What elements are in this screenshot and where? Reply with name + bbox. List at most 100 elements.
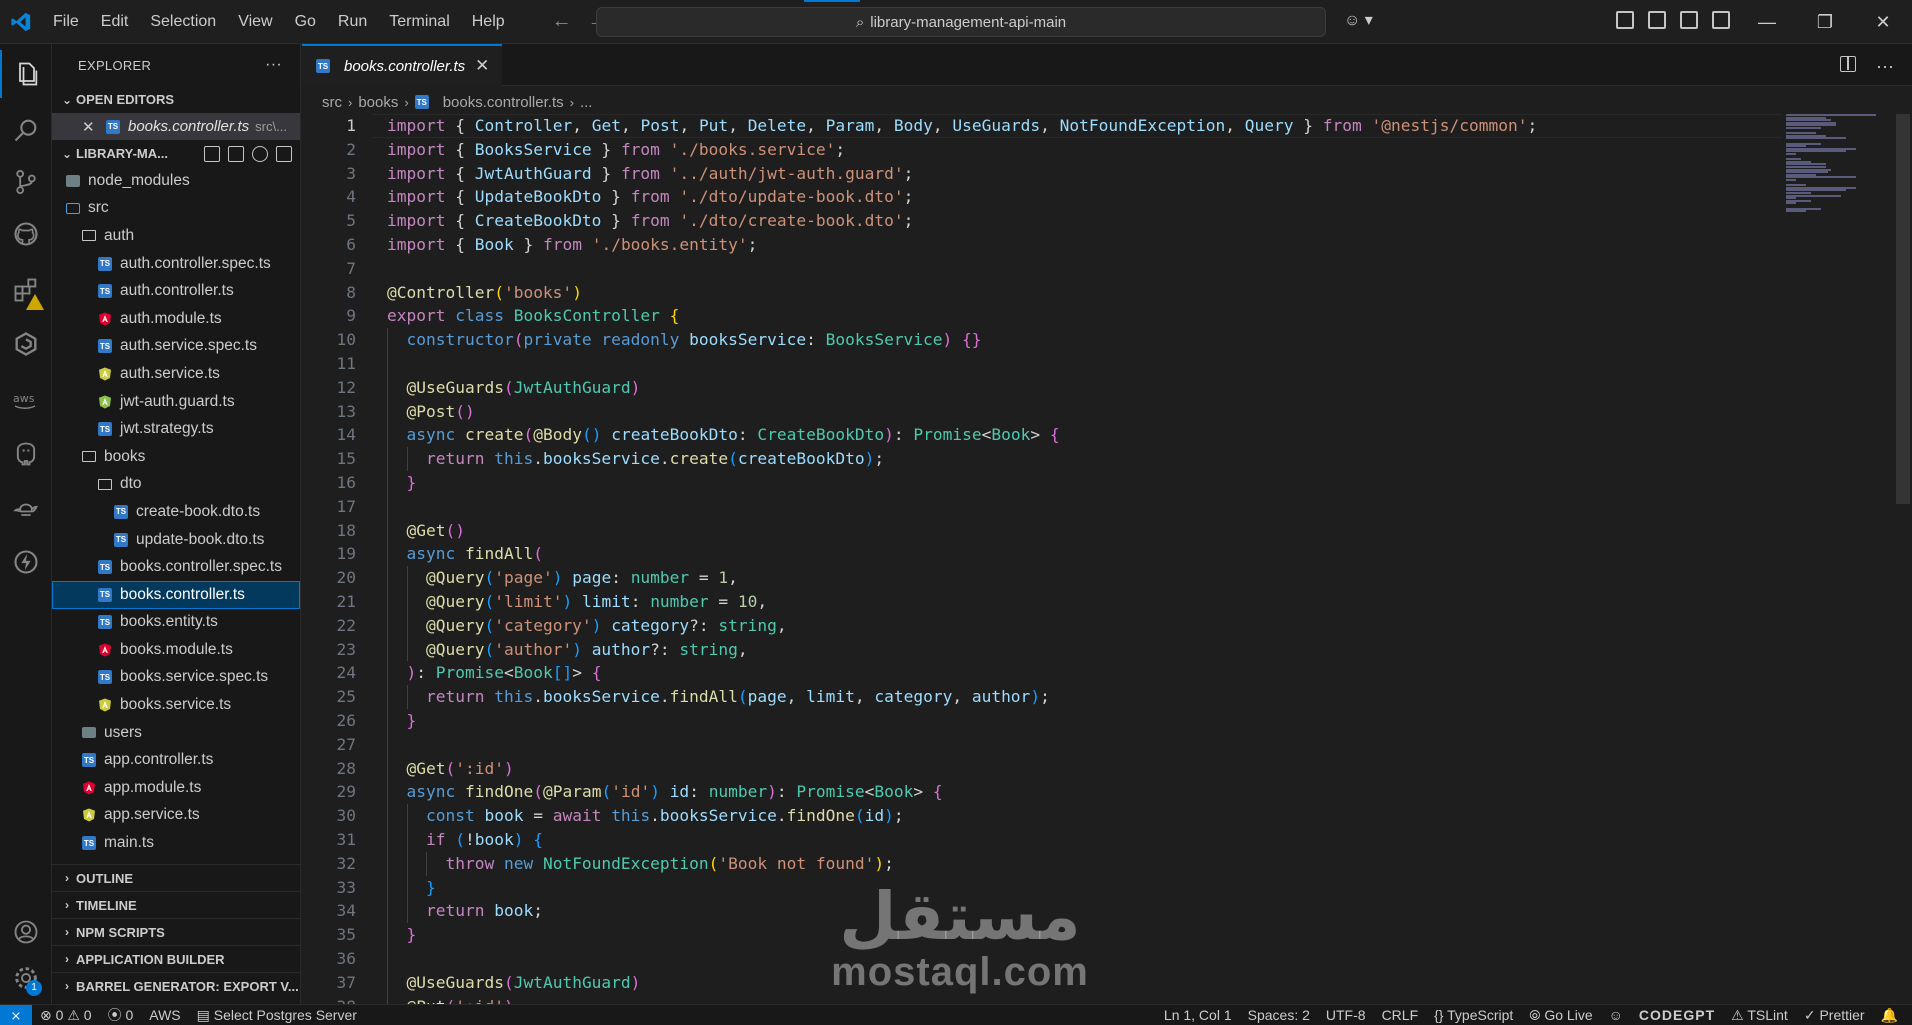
new-folder-icon[interactable] xyxy=(228,145,244,162)
section-barrel[interactable]: › BARREL GENERATOR: EXPORT V... xyxy=(52,972,301,999)
tree-item[interactable]: src xyxy=(52,195,300,223)
tree-item[interactable]: books xyxy=(52,443,300,471)
codegpt-icon[interactable] xyxy=(0,320,52,368)
collapse-all-icon[interactable] xyxy=(276,145,292,162)
genie-lamp-icon[interactable] xyxy=(0,484,52,532)
section-timeline[interactable]: › TIMELINE xyxy=(52,891,301,918)
encoding[interactable]: UTF-8 xyxy=(1318,1007,1374,1024)
accounts-icon[interactable] xyxy=(0,908,52,956)
refresh-icon[interactable] xyxy=(252,145,268,162)
breadcrumb-file[interactable]: books.controller.ts xyxy=(443,94,564,111)
menu-item-terminal[interactable]: Terminal xyxy=(378,0,460,44)
breadcrumb-symbol[interactable]: ... xyxy=(580,94,593,111)
tree-item[interactable]: TS books.service.spec.ts xyxy=(52,664,300,692)
tree-item[interactable]: TS books.controller.ts xyxy=(52,580,300,609)
tree-item[interactable]: app.module.ts xyxy=(52,774,300,802)
database-elephant-icon[interactable] xyxy=(0,430,52,478)
tree-item[interactable]: TS app.controller.ts xyxy=(52,746,300,774)
breadcrumb-src[interactable]: src xyxy=(322,94,342,111)
menu-item-edit[interactable]: Edit xyxy=(90,0,140,44)
menu-item-go[interactable]: Go xyxy=(284,0,327,44)
github-icon[interactable] xyxy=(0,210,52,258)
tree-item[interactable]: TS books.entity.ts xyxy=(52,609,300,637)
code-token: from xyxy=(620,139,670,159)
copilot-icon[interactable]: ☺ ▾ xyxy=(1344,10,1373,30)
tree-item[interactable]: TS auth.service.spec.ts xyxy=(52,333,300,361)
tree-item[interactable]: auth.service.ts xyxy=(52,360,300,388)
notifications-bell-icon[interactable]: 🔔 xyxy=(1873,1007,1906,1024)
search-sidebar-icon[interactable] xyxy=(0,106,52,154)
split-editor-icon[interactable] xyxy=(1840,56,1857,72)
menu-item-help[interactable]: Help xyxy=(461,0,516,44)
copilot-status-icon[interactable]: ☺ xyxy=(1601,1007,1631,1024)
remote-icon[interactable]: ⨯ xyxy=(0,1004,32,1025)
minimize-icon[interactable]: — xyxy=(1738,0,1796,44)
tree-item[interactable]: dto xyxy=(52,471,300,499)
tree-item[interactable]: TS auth.controller.spec.ts xyxy=(52,250,300,278)
tree-item[interactable]: auth xyxy=(52,222,300,250)
language-mode[interactable]: {} TypeScript xyxy=(1426,1007,1521,1024)
go-live[interactable]: ⦾ Go Live xyxy=(1521,1007,1600,1024)
menu-item-selection[interactable]: Selection xyxy=(139,0,227,44)
postgres-status[interactable]: ▤ Select Postgres Server xyxy=(189,1007,365,1024)
manage-gear-icon[interactable]: 1 xyxy=(0,954,52,1002)
end-of-line[interactable]: CRLF xyxy=(1374,1007,1427,1024)
tree-item[interactable]: jwt-auth.guard.ts xyxy=(52,388,300,416)
project-folder-section[interactable]: ⌄ LIBRARY-MA... xyxy=(52,140,300,167)
open-editors-section[interactable]: ⌄ OPEN EDITORS xyxy=(52,86,300,113)
ports-indicator[interactable]: ⦿ 0 xyxy=(100,1005,142,1025)
tree-item[interactable]: app.service.ts xyxy=(52,802,300,830)
open-editor-item[interactable]: ✕ TS books.controller.ts src\... xyxy=(52,113,300,140)
customize-layout-icon[interactable] xyxy=(1712,11,1730,29)
menu-item-run[interactable]: Run xyxy=(327,0,378,44)
prettier-status[interactable]: ✓ Prettier xyxy=(1796,1007,1873,1024)
command-center-search[interactable]: ⌕ library-management-api-main xyxy=(596,7,1326,37)
code-token: : xyxy=(776,782,797,802)
code-editor[interactable]: 1 import { Controller, Get, Post, Put, De… xyxy=(302,114,1782,1004)
source-control-icon[interactable] xyxy=(0,158,52,206)
problems-indicator[interactable]: ⊗ 0 ⚠ 0 xyxy=(32,1007,100,1024)
cursor-position[interactable]: Ln 1, Col 1 xyxy=(1156,1007,1240,1024)
close-window-icon[interactable]: ✕ xyxy=(1854,0,1912,44)
tree-item[interactable]: TS auth.controller.ts xyxy=(52,277,300,305)
tree-item[interactable]: users xyxy=(52,719,300,747)
thunder-client-icon[interactable] xyxy=(0,538,52,586)
tree-item[interactable]: TS jwt.strategy.ts xyxy=(52,415,300,443)
restore-icon[interactable]: ❐ xyxy=(1796,0,1854,44)
aws-icon[interactable]: aws xyxy=(0,376,52,424)
indentation[interactable]: Spaces: 2 xyxy=(1240,1007,1318,1024)
section-outline[interactable]: › OUTLINE xyxy=(52,864,301,891)
toggle-secondary-sidebar-icon[interactable] xyxy=(1680,11,1698,29)
tree-item[interactable]: books.service.ts xyxy=(52,691,300,719)
more-actions-icon[interactable]: ··· xyxy=(1876,56,1894,77)
more-actions-icon[interactable]: ··· xyxy=(265,56,282,74)
minimap[interactable] xyxy=(1782,114,1892,214)
toggle-primary-sidebar-icon[interactable] xyxy=(1616,11,1634,29)
back-arrow-icon[interactable]: ← xyxy=(552,10,572,33)
explorer-icon[interactable] xyxy=(0,50,52,98)
codegpt-status[interactable]: CODEGPT xyxy=(1631,1007,1723,1024)
editor-scrollbar[interactable] xyxy=(1896,114,1910,504)
close-editor-icon[interactable]: ✕ xyxy=(82,118,106,136)
extensions-icon[interactable] xyxy=(0,266,52,314)
section-application[interactable]: › APPLICATION BUILDER xyxy=(52,945,301,972)
tree-item[interactable]: node_modules xyxy=(52,167,300,195)
tree-item[interactable]: books.module.ts xyxy=(52,636,300,664)
tab-books-controller[interactable]: TS books.controller.ts ✕ xyxy=(302,44,502,86)
breadcrumb-books[interactable]: books xyxy=(358,94,398,111)
tree-item[interactable]: auth.module.ts xyxy=(52,305,300,333)
tree-item[interactable]: TS main.ts xyxy=(52,829,300,857)
section-npm[interactable]: › NPM SCRIPTS xyxy=(52,918,301,945)
menu-item-file[interactable]: File xyxy=(42,0,90,44)
tslint-status[interactable]: ⚠ TSLint xyxy=(1723,1007,1796,1024)
tree-item[interactable]: TS update-book.dto.ts xyxy=(52,526,300,554)
tree-item[interactable]: TS create-book.dto.ts xyxy=(52,498,300,526)
menu-item-view[interactable]: View xyxy=(227,0,283,44)
toggle-panel-icon[interactable] xyxy=(1648,11,1666,29)
aws-status[interactable]: AWS xyxy=(141,1007,188,1023)
close-tab-icon[interactable]: ✕ xyxy=(475,56,489,76)
code-line: 28 @Get(':id') xyxy=(302,757,1782,781)
new-file-icon[interactable] xyxy=(204,145,220,162)
tree-item[interactable]: TS books.controller.spec.ts xyxy=(52,553,300,581)
